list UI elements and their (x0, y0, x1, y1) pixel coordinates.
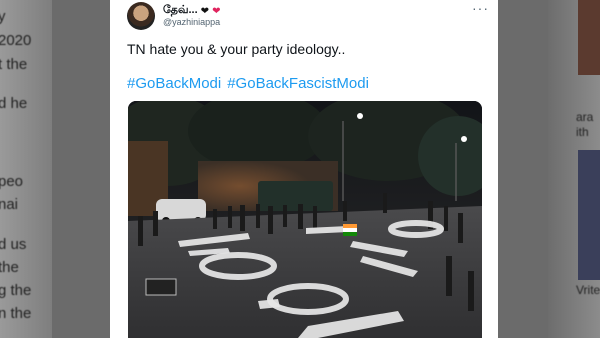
bg-text-line: n the (0, 305, 32, 322)
street-protest-photo (128, 101, 482, 338)
author-handle[interactable]: @yazhiniappa (163, 17, 220, 27)
bg-image-block (578, 150, 600, 280)
more-options-icon[interactable]: ··· (472, 0, 489, 16)
avatar[interactable] (127, 2, 155, 30)
bg-text-line: 2020 (0, 32, 32, 49)
tweet-photo[interactable] (128, 101, 482, 338)
hashtag-link[interactable]: #GoBackFascistModi (227, 75, 369, 92)
modal-overlay-left (52, 0, 110, 338)
bg-text-line: the (0, 259, 19, 276)
black-heart-icon: ❤ (200, 5, 210, 17)
background-article-left: y 2020 t the d he peo nai d us the g the… (0, 0, 52, 338)
bg-image-block (578, 0, 600, 75)
tweet-text: TN hate you & your party ideology.. (127, 41, 346, 57)
bg-text-line: peo (0, 173, 24, 190)
bg-text-line: y (0, 8, 6, 25)
bg-text-line: Vrite (576, 283, 600, 297)
bg-text-line: d he (0, 95, 28, 112)
bg-text-line: d us (0, 236, 27, 253)
bg-text-line: ith (576, 125, 589, 139)
red-heart-icon: ❤ (212, 5, 221, 17)
hashtag-link[interactable]: #GoBackModi (127, 75, 221, 92)
background-article-right: ara ith Vrite (548, 0, 600, 338)
bg-text-line: g the (0, 282, 32, 299)
display-name[interactable]: தேவ்... (163, 4, 198, 18)
bg-text-line: t the (0, 56, 28, 73)
bg-text-line: ara (576, 110, 594, 124)
tweet-card: தேவ்... ❤ ❤ @yazhiniappa ··· TN hate you… (110, 0, 498, 338)
bg-text-line: nai (0, 196, 19, 213)
author-name-row: தேவ்... ❤ ❤ (163, 4, 220, 18)
hashtag-row: #GoBackModi #GoBackFascistModi (127, 75, 375, 92)
modal-overlay-right (498, 0, 548, 338)
